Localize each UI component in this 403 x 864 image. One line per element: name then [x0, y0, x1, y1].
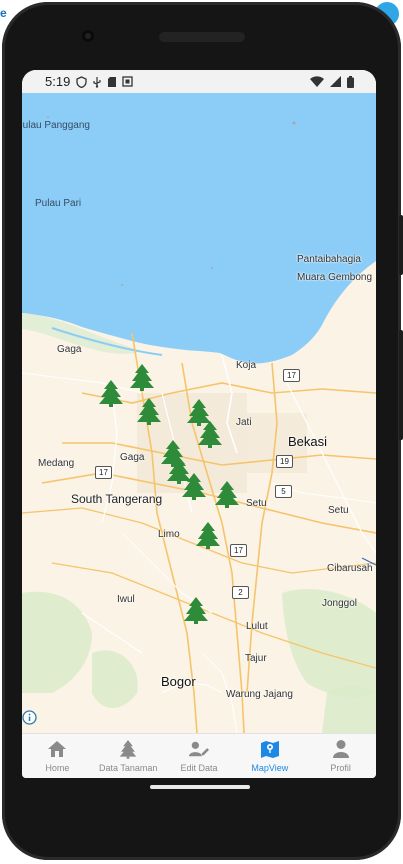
label-medang: Medang: [38, 458, 75, 469]
nav-label-mapview: MapView: [251, 763, 289, 773]
signal-icon: [330, 76, 341, 87]
tree-marker-icon[interactable]: [136, 397, 162, 425]
screenshot-icon: [122, 76, 133, 87]
tree-marker-icon[interactable]: [195, 521, 221, 549]
road-shield-17-west: 17: [95, 466, 112, 479]
bottom-navigation: Home Data Tanaman Edit Data MapView Prof…: [22, 733, 376, 778]
map-attribution-info-icon[interactable]: [22, 710, 37, 725]
road-shield-19: 19: [276, 455, 293, 468]
label-setu-center: Setu: [246, 498, 267, 509]
label-pulau-panggang: Pulau Panggang: [22, 120, 90, 131]
front-camera: [82, 30, 94, 42]
label-setu-east: Setu: [328, 505, 349, 516]
label-lulut: Lulut: [246, 621, 268, 632]
map-icon: [260, 739, 280, 759]
tree-marker-icon[interactable]: [181, 472, 207, 500]
label-pantaibahagia: Pantaibahagia: [297, 254, 361, 265]
gesture-home-indicator[interactable]: [150, 785, 250, 789]
nav-item-profil[interactable]: Profil: [305, 734, 376, 778]
tree-marker-icon[interactable]: [197, 420, 223, 448]
label-tajur: Tajur: [245, 653, 267, 664]
status-time: 5:19: [45, 74, 71, 89]
label-limo: Limo: [158, 529, 180, 540]
person-icon: [331, 739, 351, 759]
road-shield-17-koja: 17: [283, 369, 300, 382]
nav-label-data-tanaman: Data Tanaman: [99, 763, 158, 773]
earpiece-speaker: [159, 32, 245, 42]
label-gaga-north: Gaga: [57, 344, 82, 355]
label-gaga-center: Gaga: [120, 452, 145, 463]
label-iwul: Iwul: [117, 594, 135, 605]
road-shield-2: 2: [232, 586, 249, 599]
edit-person-icon: [188, 739, 209, 759]
nav-label-profil: Profil: [330, 763, 351, 773]
tree-marker-icon[interactable]: [214, 480, 240, 508]
road-shield-17-south: 17: [230, 544, 247, 557]
home-icon: [47, 739, 67, 759]
nav-item-edit-data[interactable]: Edit Data: [164, 734, 235, 778]
usb-icon: [93, 76, 101, 88]
nav-item-mapview[interactable]: MapView: [234, 734, 305, 778]
tree-marker-icon[interactable]: [98, 379, 124, 407]
nav-item-home[interactable]: Home: [22, 734, 93, 778]
label-bekasi: Bekasi: [288, 434, 328, 449]
corner-letter: e: [0, 6, 7, 20]
tree-marker-icon[interactable]: [129, 363, 155, 391]
road-shield-5: 5: [275, 485, 292, 498]
battery-icon: [347, 75, 354, 88]
label-bogor: Bogor: [161, 674, 196, 689]
label-jonggol: Jonggol: [322, 598, 358, 609]
label-pulau-pari: Pulau Pari: [35, 198, 82, 209]
label-jati: Jati: [236, 417, 252, 428]
sd-card-icon: [108, 76, 117, 87]
status-bar: 5:19: [22, 70, 376, 93]
tree-marker-icon[interactable]: [183, 596, 209, 624]
tree-icon: [118, 739, 138, 759]
phone-screen: 5:19 Pulau Panggang Pulau Pari Pantaibah…: [22, 70, 376, 778]
volume-button: [399, 330, 403, 440]
shield-icon: [76, 75, 87, 88]
label-koja: Koja: [236, 360, 257, 371]
label-cibarusah: Cibarusah: [327, 563, 373, 574]
power-button: [399, 215, 403, 275]
nav-label-home: Home: [45, 763, 70, 773]
nav-label-edit-data: Edit Data: [180, 763, 218, 773]
nav-item-data-tanaman[interactable]: Data Tanaman: [93, 734, 164, 778]
label-south-tangerang: South Tangerang: [71, 492, 163, 506]
label-warung-jajang: Warung Jajang: [226, 689, 293, 700]
wifi-icon: [310, 76, 324, 87]
map-view[interactable]: Pulau Panggang Pulau Pari Pantaibahagia …: [22, 93, 376, 733]
label-muara-gembong: Muara Gembong: [297, 272, 373, 283]
